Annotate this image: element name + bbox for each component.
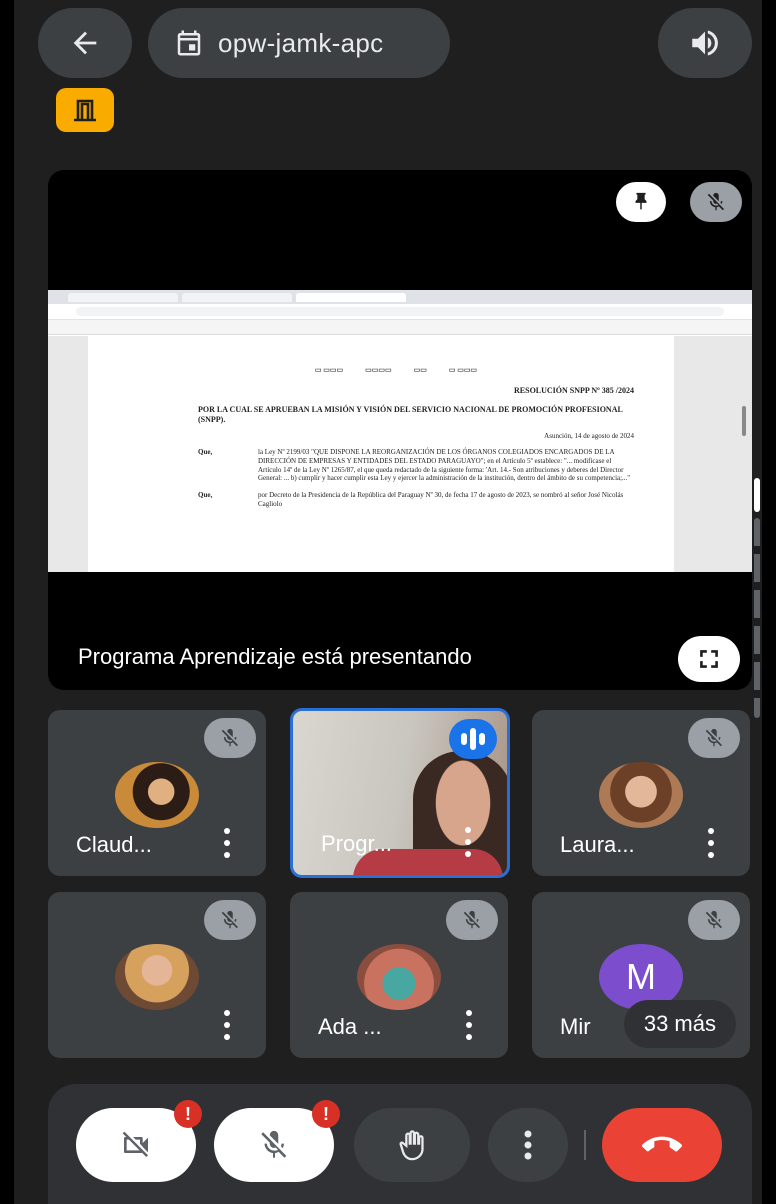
controls-divider [584, 1130, 586, 1160]
document-resolution-number: RESOLUCIÓN SNPP Nº 385 /2024 [514, 386, 634, 395]
more-options-button[interactable] [222, 1010, 232, 1040]
browser-tab [68, 292, 178, 302]
mic-alert-badge: ! [312, 1100, 340, 1128]
mic-off-badge [204, 900, 256, 940]
participant-name: Mir [560, 1014, 591, 1039]
pin-button[interactable] [616, 182, 666, 222]
document-date: Asunción, 14 de agosto de 2024 [544, 432, 634, 441]
end-call-button[interactable] [602, 1108, 722, 1182]
mic-off-icon [221, 910, 238, 929]
hand-icon [399, 1130, 424, 1161]
fullscreen-button[interactable] [678, 636, 740, 682]
browser-tab [296, 292, 406, 302]
mic-off-badge [688, 718, 740, 758]
presenting-status: Programa Aprendizaje está presentando [78, 644, 472, 669]
more-options-button[interactable] [463, 827, 473, 857]
document-logos: ▭ ▭▭▭ ▭▭▭▭ ▭▭ ▭ ▭▭▭ [158, 366, 634, 374]
participant-tile[interactable] [48, 892, 266, 1058]
url-field [76, 307, 724, 316]
breakout-room-badge[interactable] [56, 88, 114, 132]
logo-block: ▭▭ [413, 366, 427, 374]
pin-icon [635, 192, 647, 210]
document-title: POR LA CUAL SE APRUEBAN LA MISIÓN Y VISI… [198, 405, 623, 424]
document-paragraph: Que, por Decreto de la Presidencia de la… [198, 491, 634, 509]
speaker-icon [692, 30, 718, 56]
logo-block: ▭ ▭▭▭ [448, 366, 478, 374]
mic-off-icon [221, 728, 238, 747]
participant-tile[interactable]: M Mir 33 más [532, 892, 750, 1058]
shared-screen: ▭ ▭▭▭ ▭▭▭▭ ▭▭ ▭ ▭▭▭ RESOLUCIÓN SNPP Nº 3… [48, 290, 752, 572]
avatar [115, 944, 199, 1010]
back-button[interactable] [38, 8, 132, 78]
more-vert-icon [524, 1130, 532, 1160]
browser-tab [182, 292, 292, 302]
logo-block: ▭ ▭▭▭ [314, 366, 344, 374]
meeting-info-button[interactable]: opw-jamk-apc [148, 8, 450, 78]
call-controls-bar: ! ! [48, 1084, 752, 1204]
browser-url-bar [48, 304, 752, 320]
participant-tile[interactable]: Claud... [48, 710, 266, 876]
participant-name: Progr... [321, 831, 392, 856]
participant-name: Ada ... [318, 1014, 382, 1039]
tile-grid-scrollbar[interactable] [754, 478, 760, 718]
pdf-toolbar [48, 320, 752, 335]
paragraph-label: Que, [198, 491, 213, 500]
more-options-button[interactable] [706, 828, 716, 858]
participant-tile[interactable]: Laura... [532, 710, 750, 876]
scroll-track [754, 518, 760, 718]
camera-toggle-button[interactable]: ! [76, 1100, 202, 1182]
mic-off-badge [690, 182, 742, 222]
camera-off-icon [122, 1131, 148, 1157]
presentation-tile[interactable]: ▭ ▭▭▭ ▭▭▭▭ ▭▭ ▭ ▭▭▭ RESOLUCIÓN SNPP Nº 3… [48, 170, 752, 690]
logo-block: ▭▭▭▭ [365, 366, 392, 374]
avatar [115, 762, 199, 828]
audio-output-button[interactable] [658, 8, 752, 78]
more-options-button[interactable] [222, 828, 232, 858]
hang-up-icon [642, 1136, 682, 1152]
participant-name: Laura... [560, 832, 635, 857]
raise-hand-button[interactable] [354, 1108, 470, 1182]
document-paragraph: Que, la Ley Nº 2199/03 "QUE DISPONE LA R… [198, 448, 634, 483]
mic-off-icon [705, 910, 722, 929]
avatar [357, 944, 441, 1010]
more-options-button[interactable] [464, 1010, 474, 1040]
mic-off-icon [705, 728, 722, 747]
mic-off-badge [446, 900, 498, 940]
camera-alert-badge: ! [174, 1100, 202, 1128]
pdf-page: ▭ ▭▭▭ ▭▭▭▭ ▭▭ ▭ ▭▭▭ RESOLUCIÓN SNPP Nº 3… [88, 336, 674, 572]
mic-toggle-button[interactable]: ! [214, 1100, 340, 1182]
mic-off-icon [707, 192, 724, 211]
scroll-thumb[interactable] [754, 478, 760, 512]
browser-tab-strip [48, 290, 752, 304]
meeting-code: opw-jamk-apc [218, 27, 384, 58]
participant-tile[interactable]: Ada ... [290, 892, 508, 1058]
fullscreen-icon [700, 650, 718, 668]
avatar [599, 762, 683, 828]
more-participants-button[interactable]: 33 más [623, 1000, 736, 1048]
calendar-icon [177, 30, 201, 56]
paragraph-text: la Ley Nº 2199/03 "QUE DISPONE LA REORGA… [258, 448, 631, 483]
meet-app: opw-jamk-apc ▭ ▭▭▭ ▭▭▭▭ ▭▭ ▭ ▭▭▭ RESOLUC… [14, 0, 762, 1204]
mic-off-icon [463, 910, 480, 929]
participant-tile-active-speaker[interactable]: Progr... [290, 708, 510, 878]
mic-off-icon [261, 1130, 287, 1158]
pdf-viewer: ▭ ▭▭▭ ▭▭▭▭ ▭▭ ▭ ▭▭▭ RESOLUCIÓN SNPP Nº 3… [48, 336, 752, 572]
paragraph-text: por Decreto de la Presidencia de la Repú… [258, 491, 624, 508]
arrow-left-icon [73, 31, 97, 55]
pdf-scrollbar [742, 406, 746, 436]
paragraph-label: Que, [198, 448, 213, 457]
mic-off-badge [688, 900, 740, 940]
door-icon [74, 99, 96, 122]
more-options-button[interactable] [488, 1108, 568, 1182]
participant-name: Claud... [76, 832, 152, 857]
mic-off-badge [204, 718, 256, 758]
speaking-indicator [449, 719, 497, 759]
